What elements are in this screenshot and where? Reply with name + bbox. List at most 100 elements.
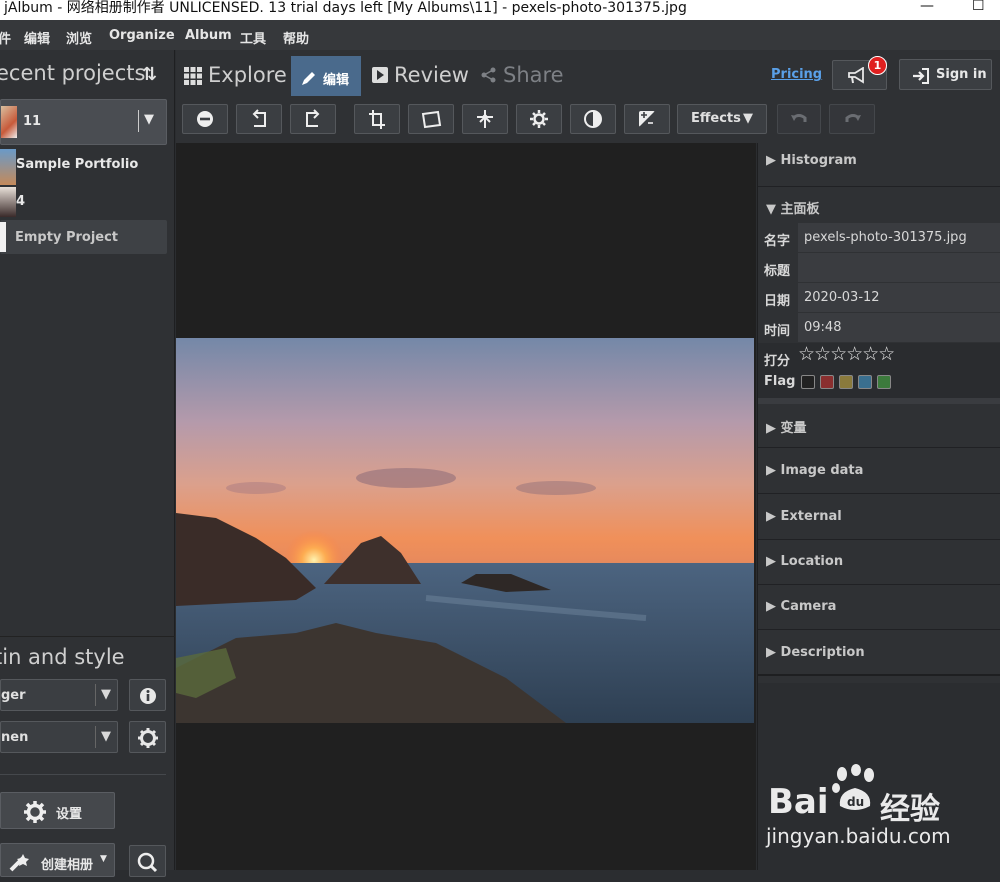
- search-button[interactable]: [129, 845, 166, 877]
- menu-tools[interactable]: 工具: [240, 28, 266, 47]
- selected-project-row[interactable]: 11 ▼: [0, 99, 167, 145]
- settings-button[interactable]: 设置: [0, 792, 115, 829]
- section-image-data-label: ▶ Image data: [766, 463, 864, 478]
- rotate-left-icon: [252, 109, 266, 127]
- rotate-left-button[interactable]: [236, 104, 282, 134]
- section-variables-label: ▶ 变量: [766, 421, 807, 436]
- rotate-right-icon: [306, 109, 320, 127]
- sign-in-icon: [913, 68, 929, 84]
- menu-file[interactable]: 件: [0, 28, 11, 47]
- flag-yellow[interactable]: [839, 375, 853, 389]
- divider: [95, 726, 96, 748]
- tab-edit[interactable]: 编辑: [291, 56, 361, 96]
- chevron-down-icon: ▼: [101, 687, 111, 702]
- rotate-right-button[interactable]: [290, 104, 336, 134]
- tab-review-label: Review: [394, 63, 469, 87]
- section-external-label: ▶ External: [766, 509, 842, 524]
- flag-black[interactable]: [801, 375, 815, 389]
- section-description-label: ▶ Description: [766, 645, 865, 660]
- svg-text:du: du: [847, 795, 864, 809]
- title-field[interactable]: [798, 253, 1000, 282]
- tab-explore-label: Explore: [208, 63, 287, 87]
- straighten-icon: [421, 110, 442, 129]
- menu-bar: 件 编辑 浏览 Organize Album 工具 帮助: [0, 20, 1000, 50]
- sunset-seascape-image: [176, 468, 754, 723]
- undo-button[interactable]: [777, 104, 821, 134]
- style-select-value: nen: [1, 730, 29, 745]
- sort-icon[interactable]: ⇅: [142, 64, 157, 85]
- sign-in-button[interactable]: Sign in: [899, 59, 992, 90]
- section-image-data[interactable]: ▶ Image data: [758, 450, 1000, 494]
- section-main-panel-label: ▼ 主面板: [766, 202, 820, 217]
- skin-select[interactable]: ger ▼: [0, 679, 118, 711]
- date-field[interactable]: 2020-03-12: [798, 283, 1000, 312]
- paw-icon: du: [832, 764, 874, 810]
- menu-organize[interactable]: Organize: [109, 28, 175, 43]
- remove-button[interactable]: [182, 104, 228, 134]
- property-date-row: 日期 2020-03-12: [758, 283, 1000, 313]
- section-histogram[interactable]: ▶ Histogram: [758, 143, 1000, 187]
- divider: [138, 110, 139, 132]
- straighten-button[interactable]: [408, 104, 454, 134]
- flag-blue[interactable]: [858, 375, 872, 389]
- section-variables[interactable]: ▶ 变量: [758, 404, 1000, 448]
- settings-button-label: 设置: [56, 807, 83, 822]
- redo-button[interactable]: [829, 104, 875, 134]
- create-album-button[interactable]: 创建相册 ▼: [0, 843, 115, 877]
- project-thumbnail: [0, 149, 16, 185]
- section-location[interactable]: ▶ Location: [758, 541, 1000, 585]
- crop-button[interactable]: [354, 104, 400, 134]
- flag-green[interactable]: [877, 375, 891, 389]
- project-name: Empty Project: [15, 230, 119, 245]
- section-main-panel[interactable]: ▼ 主面板: [758, 188, 1000, 223]
- project-item-empty-project[interactable]: Empty Project: [0, 220, 167, 254]
- section-camera[interactable]: ▶ Camera: [758, 586, 1000, 630]
- project-item-sample-portfolio[interactable]: Sample Portfolio: [0, 149, 167, 187]
- exposure-button[interactable]: [624, 104, 670, 134]
- watermark-url: jingyan.baidu.com: [766, 824, 951, 848]
- menu-album[interactable]: Album: [185, 28, 232, 43]
- skin-info-button[interactable]: [129, 679, 166, 711]
- menu-view[interactable]: 浏览: [66, 28, 92, 47]
- project-name: 4: [16, 194, 26, 209]
- flag-red[interactable]: [820, 375, 834, 389]
- skin-settings-button[interactable]: [129, 721, 166, 753]
- chevron-down-icon: ▼: [101, 729, 111, 744]
- contrast-button[interactable]: [570, 104, 616, 134]
- name-field[interactable]: pexels-photo-301375.jpg: [798, 223, 1000, 252]
- date-label: 日期: [764, 294, 791, 309]
- project-thumbnail: [0, 187, 16, 217]
- grid-icon: [184, 67, 202, 85]
- watermark-brand: Bai: [768, 782, 829, 822]
- maximize-button[interactable]: ☐: [972, 0, 985, 14]
- section-external[interactable]: ▶ External: [758, 496, 1000, 540]
- section-divider: [0, 774, 166, 775]
- adjust-button[interactable]: [516, 104, 562, 134]
- property-name-row: 名字 pexels-photo-301375.jpg: [758, 223, 1000, 253]
- recent-projects-title: ecent projects: [0, 61, 146, 85]
- project-item-4[interactable]: 4: [0, 187, 167, 219]
- skin-select-value: ger: [1, 688, 26, 703]
- baidu-watermark: Bai du 经验 jingyan.baidu.com: [766, 760, 996, 860]
- play-icon: [372, 67, 388, 83]
- minus-circle-icon: [197, 111, 213, 127]
- info-icon: [140, 688, 156, 704]
- section-description[interactable]: ▶ Description: [758, 632, 1000, 676]
- effects-dropdown[interactable]: Effects ▼: [677, 104, 767, 134]
- style-select[interactable]: nen ▼: [0, 721, 118, 753]
- project-dropdown-icon[interactable]: ▼: [144, 112, 154, 127]
- section-location-label: ▶ Location: [766, 554, 844, 569]
- rating-stars[interactable]: ☆☆☆☆☆☆: [798, 343, 895, 365]
- time-field[interactable]: 09:48: [798, 313, 1000, 342]
- minimize-button[interactable]: —: [920, 0, 934, 14]
- redo-icon: [845, 114, 861, 122]
- effects-label: Effects: [691, 111, 741, 126]
- photo-preview[interactable]: [176, 338, 754, 723]
- create-album-label: 创建相册: [41, 858, 94, 873]
- focus-point-button[interactable]: [462, 104, 508, 134]
- time-label: 时间: [764, 324, 791, 339]
- pricing-link[interactable]: Pricing: [771, 67, 822, 82]
- tab-edit-label: 编辑: [323, 73, 350, 88]
- menu-help[interactable]: 帮助: [283, 28, 309, 47]
- menu-edit[interactable]: 编辑: [24, 28, 50, 47]
